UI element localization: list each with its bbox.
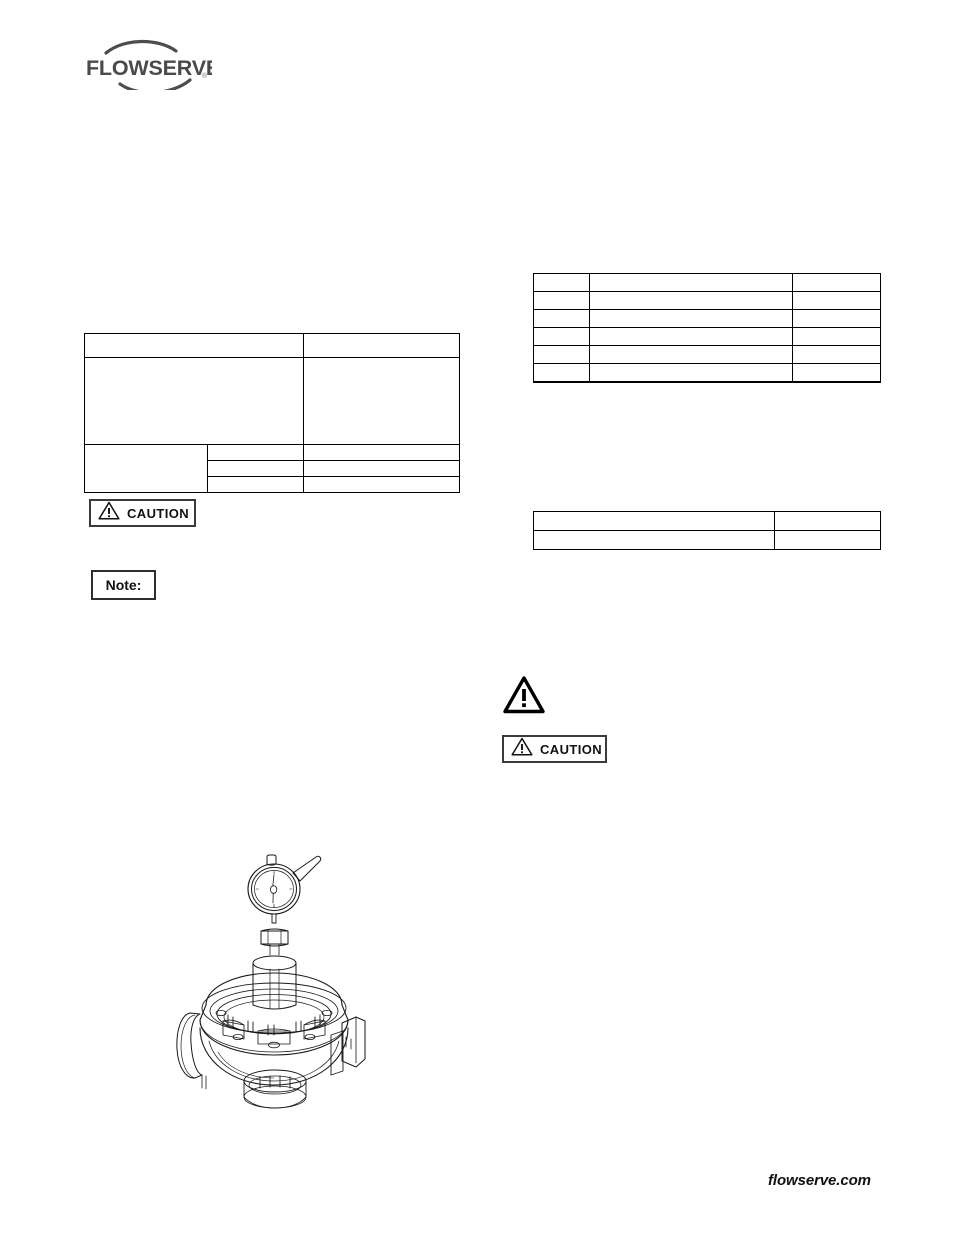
table-row	[533, 327, 881, 346]
parts-list-table-body	[533, 273, 881, 383]
table-row	[533, 511, 881, 531]
table-row	[533, 273, 881, 292]
caution-label: CAUTION	[127, 505, 190, 521]
torque-table	[533, 511, 881, 550]
table-row	[533, 345, 881, 364]
torque-table-body	[533, 511, 881, 550]
table-cell	[589, 363, 793, 383]
document-page: FLOWSERVE ® CAUTION Note: CAUTION flowse…	[0, 0, 954, 1235]
table-row	[533, 309, 881, 328]
specification-table-body	[84, 333, 460, 493]
table-cell	[589, 291, 793, 310]
footer-website-url[interactable]: flowserve.com	[768, 1172, 871, 1189]
table-cell	[589, 273, 793, 292]
table-cell	[792, 273, 881, 292]
table-cell	[589, 327, 793, 346]
table-cell	[533, 530, 775, 550]
table-cell	[84, 357, 304, 445]
table-row	[84, 357, 460, 445]
warning-triangle-icon	[511, 737, 533, 761]
table-row	[533, 530, 881, 550]
caution-label: CAUTION	[540, 741, 603, 757]
table-cell	[589, 309, 793, 328]
table-cell	[303, 357, 460, 445]
table-cell	[774, 530, 881, 550]
note-box: Note:	[91, 570, 156, 600]
table-cell	[792, 309, 881, 328]
warning-triangle-icon	[98, 501, 120, 525]
svg-text:FLOWSERVE: FLOWSERVE	[86, 56, 212, 80]
table-cell	[533, 309, 590, 328]
table-cell	[774, 511, 881, 531]
table-cell	[207, 476, 304, 493]
table-cell	[533, 327, 590, 346]
parts-list-table	[533, 273, 881, 383]
table-cell	[533, 363, 590, 383]
table-cell	[792, 345, 881, 364]
table-cell	[207, 460, 304, 477]
valve-actuator-assembly-figure	[160, 845, 390, 1115]
table-cell	[533, 273, 590, 292]
table-cell	[303, 444, 460, 461]
table-cell	[303, 476, 460, 493]
table-row	[84, 444, 460, 493]
table-row	[533, 363, 881, 383]
table-cell	[303, 460, 460, 477]
table-cell-merged	[84, 444, 208, 493]
table-cell	[792, 327, 881, 346]
caution-banner-left: CAUTION	[89, 499, 196, 527]
specification-table	[84, 333, 460, 493]
table-cell	[533, 345, 590, 364]
table-row	[84, 333, 460, 358]
table-cell	[792, 363, 881, 383]
table-cell	[303, 333, 460, 358]
flowserve-logo: FLOWSERVE ®	[84, 34, 220, 95]
table-cell	[589, 345, 793, 364]
table-cell	[207, 444, 304, 461]
table-cell	[84, 333, 304, 358]
table-row	[533, 291, 881, 310]
table-cell	[533, 291, 590, 310]
caution-banner-right: CAUTION	[502, 735, 607, 763]
note-label: Note:	[105, 577, 142, 593]
svg-text:®: ®	[202, 72, 208, 80]
table-cell	[533, 511, 775, 531]
warning-triangle-icon	[503, 676, 545, 714]
table-cell	[792, 291, 881, 310]
